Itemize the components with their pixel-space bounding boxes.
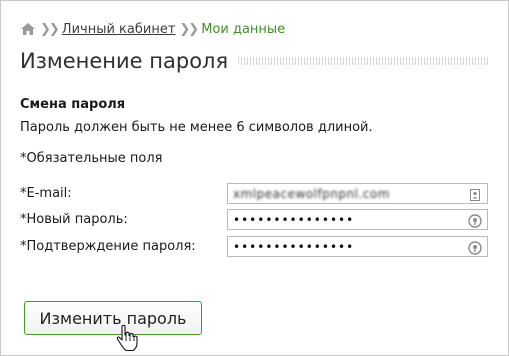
contact-card-icon[interactable] (468, 187, 482, 201)
new-password-field[interactable]: ••••••••••••••• (227, 209, 488, 230)
double-chevron-right-icon: ❯❯ (40, 21, 60, 37)
new-password-label: *Новый пароль: (20, 212, 128, 227)
key-manager-icon[interactable] (468, 213, 482, 228)
confirm-password-field[interactable]: ••••••••••••••• (227, 236, 488, 257)
page-title: Изменение пароля (20, 49, 229, 73)
key-manager-icon[interactable] (468, 240, 482, 255)
email-value[interactable]: xmlpeacewolfpnpnl.com (228, 187, 468, 201)
double-chevron-right-icon: ❯❯ (179, 21, 199, 37)
home-icon[interactable] (20, 22, 36, 36)
required-fields-note: *Обязательные поля (20, 151, 163, 166)
password-hint: Пароль должен быть не менее 6 символов д… (20, 120, 373, 135)
change-password-button[interactable]: Изменить пароль (24, 301, 202, 335)
title-divider (238, 57, 490, 65)
breadcrumb-current: Мои данные (201, 21, 286, 37)
breadcrumb: ❯❯ Личный кабинет ❯❯ Мои данные (20, 20, 285, 38)
breadcrumb-link-cabinet[interactable]: Личный кабинет (62, 22, 176, 37)
page-title-row: Изменение пароля (20, 46, 490, 76)
email-field[interactable]: xmlpeacewolfpnpnl.com (227, 183, 488, 204)
email-label: *E-mail: (20, 186, 72, 201)
confirm-password-value[interactable]: ••••••••••••••• (228, 240, 468, 254)
section-title: Смена пароля (20, 97, 126, 112)
hand-pointer-icon (115, 324, 139, 352)
confirm-password-label: *Подтверждение пароля: (20, 239, 196, 254)
new-password-value[interactable]: ••••••••••••••• (228, 213, 468, 227)
